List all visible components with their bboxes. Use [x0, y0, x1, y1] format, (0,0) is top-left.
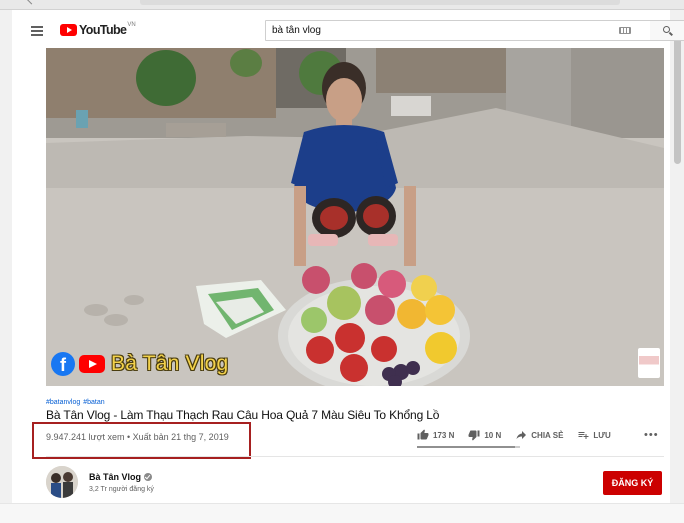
save-button[interactable]: LƯU — [577, 429, 611, 441]
browser-frame-top — [0, 0, 684, 10]
hashtag-link[interactable]: #batanvlog — [46, 399, 80, 406]
search-input[interactable] — [265, 20, 656, 41]
share-label: CHIA SẺ — [531, 430, 564, 440]
sentiment-bar — [417, 446, 520, 448]
video-frame — [46, 48, 664, 386]
scrollbar[interactable] — [670, 10, 684, 523]
more-actions-button[interactable]: ••• — [644, 430, 659, 441]
verified-check-icon — [144, 473, 153, 481]
hamburger-menu-icon[interactable] — [31, 26, 43, 36]
subscriber-count: 3,2 Tr người đăng ký — [89, 486, 154, 493]
channel-watermark: f Bà Tân Vlog — [51, 352, 228, 376]
annotation-highlight-box — [32, 422, 251, 459]
subscribe-button[interactable]: ĐĂNG KÝ — [603, 471, 662, 495]
share-arrow-icon — [516, 431, 527, 439]
channel-avatar[interactable] — [46, 466, 78, 498]
dislike-button[interactable]: 10 N — [468, 429, 501, 441]
youtube-logo[interactable]: YouTube VN — [60, 22, 136, 37]
dislike-count: 10 N — [484, 430, 502, 440]
browser-toolbar-strip — [140, 0, 620, 5]
hashtag-list: #batanvlog #batan — [46, 399, 106, 406]
like-button[interactable]: 173 N — [417, 429, 454, 441]
masthead: YouTube VN — [12, 10, 684, 48]
youtube-icon — [79, 355, 105, 373]
scrollbar-thumb[interactable] — [674, 24, 681, 164]
avatar-image — [46, 466, 78, 498]
youtube-play-icon — [60, 24, 77, 36]
video-actions: 173 N 10 N CHIA SẺ LƯU — [417, 429, 625, 441]
share-button[interactable]: CHIA SẺ — [515, 429, 563, 441]
sentiment-bar-fill — [417, 446, 515, 448]
thumbs-down-icon — [468, 430, 480, 441]
playlist-add-icon — [578, 432, 589, 439]
browser-frame-bottom — [0, 503, 684, 523]
video-player[interactable]: f Bà Tân Vlog — [46, 48, 664, 386]
channel-corner-thumbnail[interactable] — [638, 348, 660, 378]
facebook-icon: f — [51, 352, 75, 376]
thumbs-up-icon — [417, 429, 429, 440]
video-title: Bà Tân Vlog - Làm Thạu Thạch Rau Câu Hoa… — [46, 408, 440, 422]
hashtag-link[interactable]: #batan — [83, 399, 104, 406]
watermark-text: Bà Tân Vlog — [111, 352, 229, 375]
save-label: LƯU — [593, 430, 611, 440]
keyboard-icon[interactable] — [619, 27, 631, 34]
browser-frame-left — [0, 10, 12, 523]
logo-text: YouTube — [79, 23, 127, 37]
youtube-watch-page: YouTube VN bà tân vlog f Bà Tân Vlog #ba… — [12, 10, 684, 503]
like-count: 173 N — [433, 430, 455, 440]
channel-name[interactable]: Bà Tân Vlog — [89, 472, 153, 482]
logo-country-code: VN — [127, 22, 136, 28]
chevron-up-icon — [26, 0, 37, 5]
search-button[interactable] — [650, 20, 684, 41]
divider — [46, 456, 664, 457]
channel-name-text: Bà Tân Vlog — [89, 472, 142, 482]
